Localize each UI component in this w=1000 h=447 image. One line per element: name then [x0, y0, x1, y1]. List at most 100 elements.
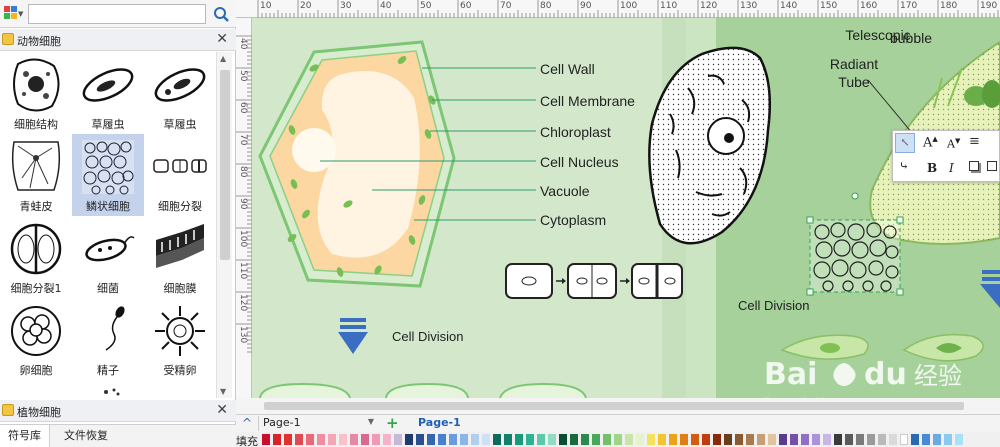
shape-egg-cell[interactable]: 卵细胞 — [0, 298, 72, 380]
shadow-icon[interactable] — [969, 161, 979, 171]
label-cell-division-right[interactable]: Cell Division — [738, 298, 810, 313]
pointer-icon[interactable]: ↖ — [895, 133, 915, 153]
library-header-animal-cells[interactable]: 动物细胞 ✕ — [0, 29, 236, 51]
color-swatch[interactable] — [581, 434, 589, 445]
color-swatch[interactable] — [394, 434, 402, 445]
color-swatch[interactable] — [570, 434, 578, 445]
connector-icon[interactable]: ⤷ — [899, 159, 909, 173]
shape-frog-skin[interactable]: 青蛙皮 — [0, 134, 72, 216]
color-swatch[interactable] — [790, 434, 798, 445]
color-swatch[interactable] — [383, 434, 391, 445]
color-swatch[interactable] — [691, 434, 699, 445]
color-swatch[interactable] — [306, 434, 314, 445]
color-swatch[interactable] — [339, 434, 347, 445]
color-swatch[interactable] — [823, 434, 831, 445]
color-swatch[interactable] — [878, 434, 886, 445]
color-swatch[interactable] — [812, 434, 820, 445]
tab-file-recovery[interactable]: 文件恢复 — [56, 425, 116, 447]
color-swatch[interactable] — [328, 434, 336, 445]
shape-squamous-cell[interactable]: 鳞状细胞 — [72, 134, 144, 216]
color-swatch[interactable] — [504, 434, 512, 445]
library-header-plant-cells[interactable]: 植物细胞 ✕ — [0, 400, 236, 422]
color-swatch[interactable] — [856, 434, 864, 445]
tab-symbols[interactable]: 符号库 — [0, 425, 50, 447]
color-swatch[interactable] — [768, 434, 776, 445]
label-cell-division-left[interactable]: Cell Division — [392, 329, 464, 344]
bold-icon[interactable]: B — [927, 161, 937, 175]
color-swatch[interactable] — [801, 434, 809, 445]
color-swatch[interactable] — [262, 434, 270, 445]
color-swatch[interactable] — [537, 434, 545, 445]
shape-sperm[interactable]: 精子 — [72, 298, 144, 380]
shape-bacteria[interactable]: 细菌 — [72, 216, 144, 298]
color-swatch[interactable] — [911, 434, 919, 445]
shape-cell-division-1[interactable]: 细胞分裂1 — [0, 216, 72, 298]
add-page-icon[interactable]: + — [386, 414, 399, 432]
label-tube[interactable]: Tube — [838, 74, 870, 90]
color-swatch[interactable] — [350, 434, 358, 445]
color-swatch[interactable] — [427, 434, 435, 445]
label-cytoplasm[interactable]: Cytoplasm — [540, 212, 606, 228]
color-swatch[interactable] — [900, 434, 908, 445]
chevron-down-icon[interactable]: ▼ — [368, 417, 374, 426]
color-swatch[interactable] — [779, 434, 787, 445]
copy-format-icon[interactable] — [987, 161, 997, 171]
shape-fertilized-egg[interactable]: 受精卵 — [144, 298, 216, 380]
label-bubble[interactable]: bubble — [890, 30, 932, 46]
close-icon[interactable]: ✕ — [216, 402, 228, 418]
label-chloroplast[interactable]: Chloroplast — [540, 124, 611, 140]
color-swatch[interactable] — [559, 434, 567, 445]
color-swatch[interactable] — [757, 434, 765, 445]
library-menu-icon[interactable]: ▼ — [4, 6, 24, 22]
search-icon[interactable] — [210, 4, 232, 24]
search-input[interactable] — [28, 4, 206, 24]
collapse-up-icon[interactable]: ^ — [242, 416, 252, 430]
italic-icon[interactable]: I — [949, 161, 954, 175]
label-radiant[interactable]: Radiant — [830, 56, 878, 72]
color-swatch[interactable] — [944, 434, 952, 445]
color-swatch[interactable] — [273, 434, 281, 445]
label-vacuole[interactable]: Vacuole — [540, 183, 590, 199]
color-swatch[interactable] — [603, 434, 611, 445]
color-swatch[interactable] — [592, 434, 600, 445]
color-swatch[interactable] — [636, 434, 644, 445]
color-swatch[interactable] — [669, 434, 677, 445]
color-swatch[interactable] — [372, 434, 380, 445]
scroll-down-icon[interactable]: ▼ — [220, 387, 226, 396]
color-swatch[interactable] — [955, 434, 963, 445]
color-swatch[interactable] — [493, 434, 501, 445]
shape-paramecium-1[interactable]: 草履虫 — [72, 52, 144, 134]
canvas-hscrollbar[interactable] — [236, 398, 1000, 414]
align-icon[interactable]: ≡ — [969, 134, 980, 149]
shape-partial[interactable] — [72, 380, 144, 398]
color-swatch[interactable] — [515, 434, 523, 445]
color-swatch[interactable] — [922, 434, 930, 445]
cell-division-sequence[interactable] — [505, 263, 683, 299]
label-cell-membrane[interactable]: Cell Membrane — [540, 93, 635, 109]
drawing-canvas[interactable]: Cell Wall Cell Membrane Chloroplast Cell… — [252, 18, 1000, 398]
scroll-thumb[interactable] — [220, 70, 230, 260]
color-swatch[interactable] — [713, 434, 721, 445]
color-swatch[interactable] — [889, 434, 897, 445]
color-swatch[interactable] — [460, 434, 468, 445]
shape-cell-division[interactable]: 细胞分裂 — [144, 134, 216, 216]
color-swatch[interactable] — [658, 434, 666, 445]
font-shrink-icon[interactable]: A▼ — [947, 137, 960, 151]
color-swatch[interactable] — [680, 434, 688, 445]
tab-page-1[interactable]: Page-1 — [418, 416, 461, 429]
color-swatch[interactable] — [449, 434, 457, 445]
color-swatch[interactable] — [735, 434, 743, 445]
shape-cell-membrane[interactable]: 细胞膜 — [144, 216, 216, 298]
library-scrollbar[interactable]: ▲ ▼ — [216, 52, 232, 398]
color-swatch[interactable] — [416, 434, 424, 445]
color-swatch[interactable] — [724, 434, 732, 445]
font-grow-icon[interactable]: A▲ — [923, 135, 938, 150]
color-swatch[interactable] — [526, 434, 534, 445]
color-swatch[interactable] — [845, 434, 853, 445]
color-swatch[interactable] — [867, 434, 875, 445]
color-swatch[interactable] — [548, 434, 556, 445]
color-swatch[interactable] — [438, 434, 446, 445]
hscroll-thumb[interactable] — [264, 402, 964, 410]
color-swatch[interactable] — [361, 434, 369, 445]
shape-paramecium-2[interactable]: 草履虫 — [144, 52, 216, 134]
